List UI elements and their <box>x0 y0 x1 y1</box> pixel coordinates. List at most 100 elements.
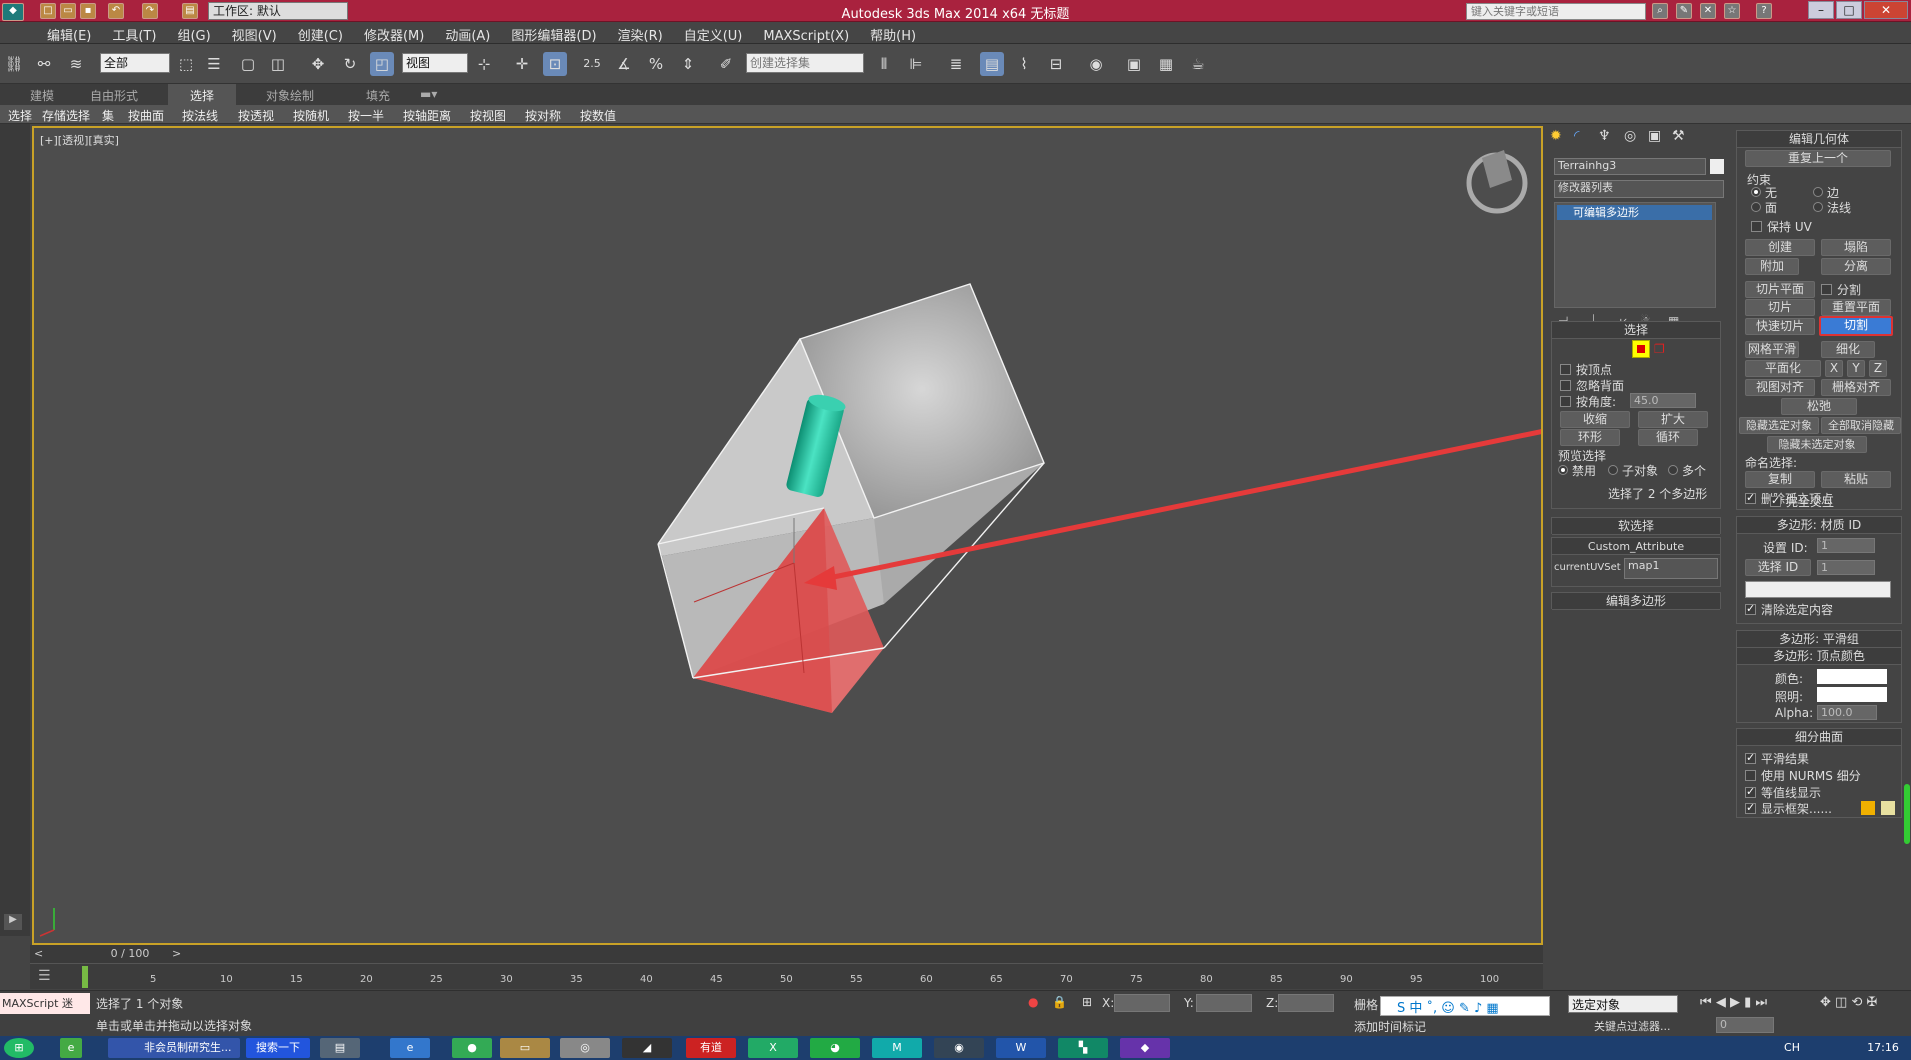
create-tab-icon[interactable]: ✹ <box>1550 128 1562 144</box>
view-align-button[interactable]: 视图对齐 <box>1745 379 1815 396</box>
tab-selection[interactable]: 选择 <box>168 84 237 107</box>
preview-off-radio[interactable] <box>1558 465 1568 475</box>
ribbon-item-by-view[interactable]: 按视图 <box>470 107 506 124</box>
constraint-none-radio[interactable] <box>1751 187 1761 197</box>
angle-spinner[interactable]: 45.0 <box>1630 393 1696 408</box>
edit-polygons-header[interactable]: 编辑多边形 <box>1552 593 1720 610</box>
viewport-nav-icons[interactable]: ✥ ◫ ⟲ ✠ <box>1820 995 1910 1010</box>
taskbar-ie-icon[interactable]: e <box>390 1038 430 1058</box>
modify-tab-icon[interactable]: ◜ <box>1574 128 1579 144</box>
binoculars-icon[interactable]: ⌕ <box>1652 3 1668 19</box>
by-angle-checkbox[interactable] <box>1560 396 1571 407</box>
unhide-all-button[interactable]: 全部取消隐藏 <box>1821 417 1901 434</box>
clear-selection-checkbox[interactable] <box>1745 602 1756 615</box>
rect-selection-icon[interactable]: ▢ <box>236 52 260 76</box>
cage-color-2[interactable] <box>1881 801 1895 815</box>
menu-help[interactable]: 帮助(H) <box>859 22 926 44</box>
edit-named-sel-icon[interactable]: ✐ <box>714 52 738 76</box>
select-id-button[interactable]: 选择 ID <box>1745 559 1811 576</box>
taskbar-item-research[interactable]: 非会员制研究生... <box>108 1038 240 1058</box>
planar-z-button[interactable]: Z <box>1869 360 1887 377</box>
reset-plane-button[interactable]: 重置平面 <box>1821 299 1891 316</box>
unlink-icon[interactable]: ⚯ <box>32 52 56 76</box>
tab-freeform[interactable]: 自由形式 <box>90 87 138 104</box>
taskbar-app-8[interactable]: ▚ <box>1058 1038 1108 1058</box>
link-icon[interactable]: ⛓ <box>2 52 26 76</box>
selection-rollout-header[interactable]: 选择 <box>1552 322 1720 339</box>
start-button[interactable]: ⊞ <box>4 1038 34 1058</box>
relax-button[interactable]: 松弛 <box>1781 398 1857 415</box>
ribbon-toggle-icon[interactable]: ▤ <box>980 52 1004 76</box>
object-color-swatch[interactable] <box>1710 159 1724 174</box>
isolate-icon[interactable]: ● <box>1028 995 1038 1009</box>
exchange-icon[interactable]: ✕ <box>1700 3 1716 19</box>
slice-button[interactable]: 切片 <box>1745 299 1815 316</box>
ribbon-item-by-half[interactable]: 按一半 <box>348 107 384 124</box>
taskbar-app-7[interactable]: ◉ <box>934 1038 984 1058</box>
meshsmooth-button[interactable]: 网格平滑 <box>1745 341 1799 358</box>
snap-toggle[interactable]: 2.5 <box>580 52 604 76</box>
paste-button[interactable]: 粘贴 <box>1821 471 1891 488</box>
maxscript-listener[interactable]: MAXScript 迷 <box>0 993 90 1014</box>
scale-icon[interactable]: ◰ <box>370 52 394 76</box>
spinner-snap-icon[interactable]: ⇕ <box>676 52 700 76</box>
taskbar-wechat-icon[interactable]: ◕ <box>810 1038 860 1058</box>
quick-slice-button[interactable]: 快速切片 <box>1745 318 1815 335</box>
selection-filter-dropdown[interactable]: 全部 <box>100 53 170 73</box>
select-by-name-icon[interactable]: ☰ <box>202 52 226 76</box>
ribbon-item-by-symmetry[interactable]: 按对称 <box>525 107 561 124</box>
pivot-center-icon[interactable]: ⊹ <box>472 52 496 76</box>
tab-populate[interactable]: 填充 <box>366 87 390 104</box>
search-input[interactable]: 键入关键字或短语 <box>1466 3 1646 20</box>
use-nurms-checkbox[interactable] <box>1745 770 1756 781</box>
menu-group[interactable]: 组(G) <box>166 22 220 44</box>
move-icon[interactable]: ✥ <box>306 52 330 76</box>
hierarchy-tab-icon[interactable]: ♆ <box>1598 128 1611 144</box>
ribbon-item-by-normal[interactable]: 按法线 <box>182 107 218 124</box>
perspective-viewport[interactable]: [+][透视][真实] <box>32 126 1543 945</box>
taskbar-app-9[interactable]: ◆ <box>1120 1038 1170 1058</box>
named-selection-dropdown[interactable]: 创建选择集 <box>746 53 864 73</box>
vertex-colors-header[interactable]: 多边形: 顶点颜色 <box>1737 648 1901 665</box>
menu-modifiers[interactable]: 修改器(M) <box>353 22 434 44</box>
modifier-list-dropdown[interactable]: 修改器列表 <box>1554 180 1724 198</box>
preserve-uv-checkbox[interactable] <box>1751 221 1762 232</box>
keyboard-shortcut-icon[interactable]: ⊡ <box>543 52 567 76</box>
select-manipulate-icon[interactable]: ✛ <box>510 52 534 76</box>
maximize-button[interactable]: □ <box>1836 1 1862 19</box>
planar-y-button[interactable]: Y <box>1847 360 1865 377</box>
grow-button[interactable]: 扩大 <box>1638 411 1708 428</box>
make-planar-button[interactable]: 平面化 <box>1745 360 1821 377</box>
menu-views[interactable]: 视图(V) <box>221 22 287 44</box>
create-button[interactable]: 创建 <box>1745 239 1815 256</box>
constraint-edge-radio[interactable] <box>1813 187 1823 197</box>
shrink-button[interactable]: 收缩 <box>1560 411 1630 428</box>
display-tab-icon[interactable]: ▣ <box>1648 128 1661 144</box>
motion-tab-icon[interactable]: ◎ <box>1624 128 1636 144</box>
select-id-spinner[interactable]: 1 <box>1817 560 1875 575</box>
element-subobject-icon[interactable]: ❐ <box>1654 342 1665 356</box>
key-filters-button[interactable]: 关键点过滤器... <box>1594 1018 1671 1034</box>
taskbar-app-3[interactable]: ● <box>452 1038 492 1058</box>
copy-button[interactable]: 复制 <box>1745 471 1815 488</box>
ribbon-item-select[interactable]: 选择 <box>8 107 32 124</box>
angle-snap-icon[interactable]: ∡ <box>612 52 636 76</box>
by-vertex-checkbox[interactable] <box>1560 364 1571 375</box>
ignore-backfacing-checkbox[interactable] <box>1560 380 1571 391</box>
mirror-icon[interactable]: ⫴ <box>872 52 896 76</box>
menu-rendering[interactable]: 渲染(R) <box>607 22 673 44</box>
illumination-swatch[interactable] <box>1817 687 1887 702</box>
prev-frame-icon[interactable]: < <box>34 947 43 960</box>
object-name-field[interactable]: Terrainhg3 <box>1554 158 1706 175</box>
ime-toolbar[interactable]: S 中 ˚, ☺ ✎ ♪ ▦ <box>1380 996 1550 1016</box>
alpha-spinner[interactable]: 100.0 <box>1817 705 1877 720</box>
y-coord-field[interactable] <box>1196 994 1252 1012</box>
align-icon[interactable]: ⊫ <box>904 52 928 76</box>
taskbar-folder-icon[interactable]: ▭ <box>500 1038 550 1058</box>
tessellate-button[interactable]: 细化 <box>1821 341 1875 358</box>
taskbar-max-icon[interactable]: M <box>872 1038 922 1058</box>
split-checkbox[interactable] <box>1821 284 1832 295</box>
play-script-icon[interactable]: ▶ <box>4 914 22 930</box>
layer-manager-icon[interactable]: ≣ <box>944 52 968 76</box>
menu-animation[interactable]: 动画(A) <box>434 22 500 44</box>
